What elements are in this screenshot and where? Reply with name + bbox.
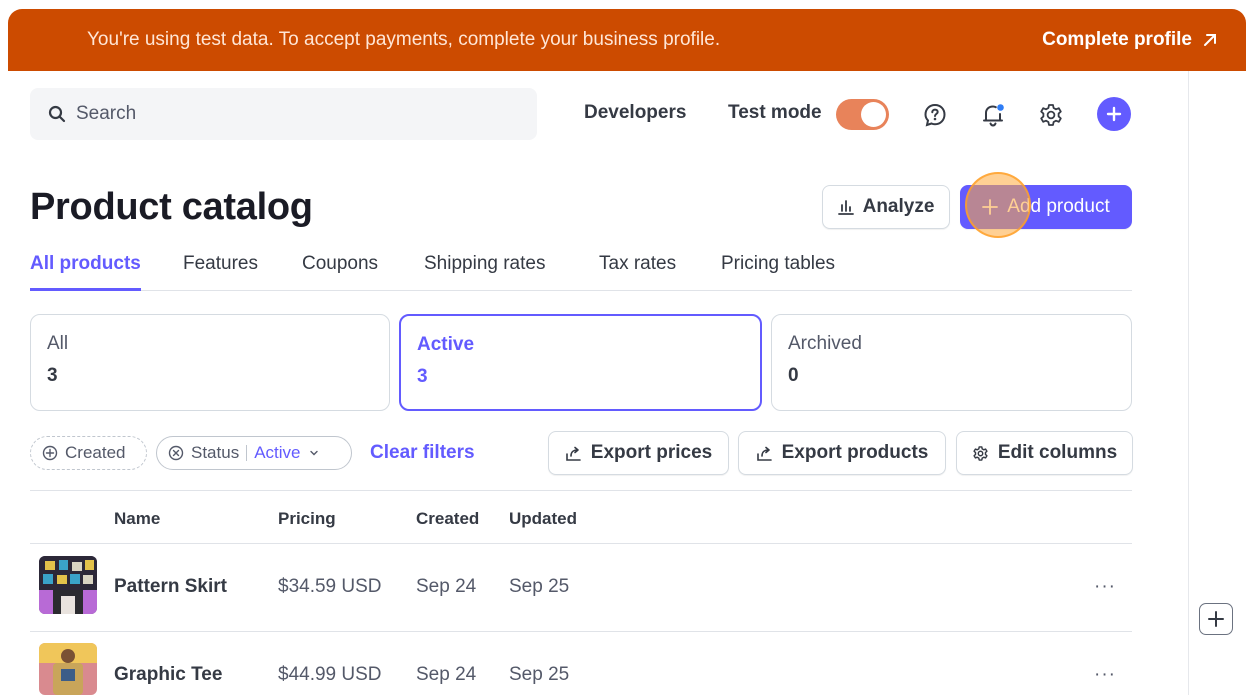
chevron-down-icon bbox=[309, 450, 318, 456]
status-card-active[interactable]: Active 3 bbox=[399, 314, 762, 411]
chip-separator bbox=[246, 445, 248, 461]
product-thumbnail bbox=[39, 643, 97, 695]
tab-coupons[interactable]: Coupons bbox=[302, 253, 378, 291]
column-header-name[interactable]: Name bbox=[114, 509, 160, 529]
export-icon bbox=[565, 446, 581, 461]
right-rail bbox=[1188, 71, 1246, 695]
row-more-menu[interactable]: ··· bbox=[1094, 576, 1116, 598]
search-input[interactable] bbox=[76, 103, 496, 125]
table-top-border bbox=[30, 490, 1132, 491]
add-product-button[interactable]: Add product bbox=[960, 185, 1132, 229]
product-name[interactable]: Graphic Tee bbox=[114, 664, 222, 686]
status-card-count: 0 bbox=[788, 365, 799, 386]
arrow-up-right-icon bbox=[1204, 34, 1216, 46]
product-name[interactable]: Pattern Skirt bbox=[114, 576, 227, 598]
status-card-count: 3 bbox=[47, 365, 58, 386]
tab-all-products[interactable]: All products bbox=[30, 253, 141, 291]
column-header-pricing[interactable]: Pricing bbox=[278, 509, 336, 529]
help-icon bbox=[924, 103, 946, 127]
settings-button[interactable] bbox=[1036, 100, 1066, 130]
rail-add-button[interactable] bbox=[1199, 603, 1233, 635]
search-bar[interactable] bbox=[30, 88, 537, 140]
analyze-label: Analyze bbox=[862, 196, 935, 217]
plus-icon bbox=[1208, 611, 1224, 627]
tab-shipping-rates[interactable]: Shipping rates bbox=[424, 253, 545, 291]
gear-icon bbox=[973, 445, 988, 461]
banner-message: You're using test data. To accept paymen… bbox=[87, 29, 721, 50]
remove-filter-icon[interactable] bbox=[168, 445, 184, 461]
tab-pricing-tables[interactable]: Pricing tables bbox=[721, 253, 835, 291]
column-header-created[interactable]: Created bbox=[416, 509, 479, 529]
row-more-menu[interactable]: ··· bbox=[1094, 664, 1116, 686]
product-pricing: $34.59 USD bbox=[278, 576, 382, 597]
export-prices-button[interactable]: Export prices bbox=[548, 431, 729, 475]
export-prices-label: Export prices bbox=[590, 442, 713, 463]
help-button[interactable] bbox=[920, 100, 950, 130]
search-icon bbox=[48, 105, 66, 123]
product-pricing: $44.99 USD bbox=[278, 664, 382, 685]
analyze-button[interactable]: Analyze bbox=[822, 185, 950, 229]
column-header-updated[interactable]: Updated bbox=[509, 509, 577, 529]
product-updated: Sep 25 bbox=[509, 664, 570, 685]
plus-circle-icon bbox=[42, 445, 58, 461]
created-filter-chip[interactable]: Created bbox=[30, 436, 147, 470]
product-updated: Sep 25 bbox=[509, 576, 570, 597]
catalog-tabs: All products Features Coupons Shipping r… bbox=[30, 253, 1132, 291]
developers-link[interactable]: Developers bbox=[584, 102, 686, 124]
export-icon bbox=[756, 446, 772, 461]
status-filter-label: Status bbox=[191, 443, 240, 462]
export-products-label: Export products bbox=[781, 442, 929, 463]
status-filter-chip[interactable]: Status Active bbox=[156, 436, 352, 470]
status-filter-value: Active bbox=[254, 443, 301, 462]
complete-profile-link[interactable]: Complete profile bbox=[1042, 29, 1218, 51]
status-card-archived[interactable]: Archived 0 bbox=[771, 314, 1132, 411]
status-card-all[interactable]: All 3 bbox=[30, 314, 390, 411]
product-created: Sep 24 bbox=[416, 664, 477, 685]
toggle-knob bbox=[861, 102, 886, 127]
export-products-button[interactable]: Export products bbox=[738, 431, 946, 475]
clear-filters-link[interactable]: Clear filters bbox=[370, 442, 475, 464]
product-thumbnail bbox=[39, 556, 97, 614]
test-mode-toggle[interactable] bbox=[836, 99, 889, 130]
edit-columns-label: Edit columns bbox=[997, 442, 1118, 463]
test-data-banner: You're using test data. To accept paymen… bbox=[8, 9, 1246, 71]
create-button[interactable] bbox=[1097, 97, 1131, 131]
gear-icon bbox=[1040, 104, 1062, 126]
add-product-label: Add product bbox=[1007, 196, 1110, 217]
product-created: Sep 24 bbox=[416, 576, 477, 597]
test-mode-label: Test mode bbox=[728, 102, 822, 123]
notifications-button[interactable] bbox=[978, 100, 1008, 130]
table-header-border bbox=[30, 543, 1132, 544]
row-border bbox=[30, 631, 1132, 632]
bar-chart-icon bbox=[837, 200, 854, 215]
created-filter-label: Created bbox=[65, 443, 126, 462]
complete-profile-label: Complete profile bbox=[1042, 29, 1192, 50]
page-title: Product catalog bbox=[30, 186, 313, 228]
plus-icon bbox=[1106, 106, 1122, 122]
status-card-label: All bbox=[47, 333, 69, 354]
tab-features[interactable]: Features bbox=[183, 253, 258, 291]
tab-tax-rates[interactable]: Tax rates bbox=[599, 253, 676, 291]
status-card-label: Archived bbox=[788, 333, 862, 354]
notification-bell-icon bbox=[983, 104, 1004, 127]
status-card-label: Active bbox=[417, 334, 475, 355]
edit-columns-button[interactable]: Edit columns bbox=[956, 431, 1133, 475]
status-card-count: 3 bbox=[417, 366, 428, 387]
plus-icon bbox=[982, 199, 999, 215]
